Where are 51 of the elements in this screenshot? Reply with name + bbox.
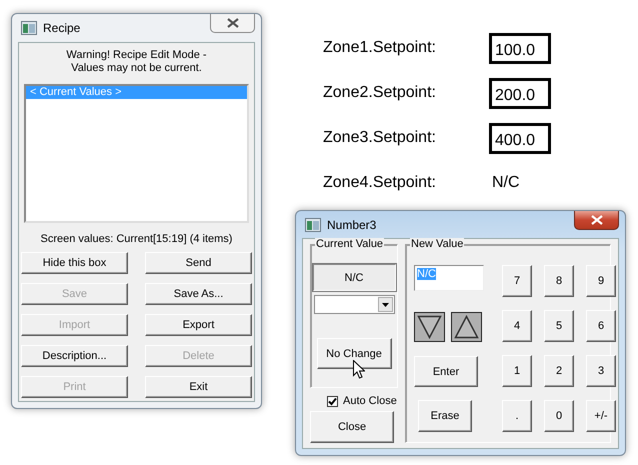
keypad-key[interactable]: 9: [586, 265, 616, 297]
recipe-button[interactable]: Description...: [21, 345, 128, 367]
decrement-button[interactable]: [414, 312, 445, 342]
current-value-display: N/C: [312, 264, 396, 291]
dropdown-arrow-icon: [382, 302, 388, 306]
window-icon: [21, 21, 37, 35]
recipe-button[interactable]: Export: [145, 314, 252, 336]
warning-text: Warning! Recipe Edit Mode -: [66, 49, 207, 62]
close-button[interactable]: [574, 211, 619, 230]
window-icon: [305, 218, 321, 232]
zone-label: Zone4.Setpoint:: [323, 174, 437, 192]
keypad-key[interactable]: 4: [502, 310, 532, 342]
keypad-key[interactable]: 3: [586, 355, 616, 387]
mouse-cursor-icon: [353, 360, 365, 379]
zone-label: Zone1.Setpoint:: [323, 39, 437, 57]
close-dialog-button[interactable]: Close: [310, 411, 394, 443]
keypad-key[interactable]: 7: [502, 265, 532, 297]
enter-button[interactable]: Enter: [414, 356, 478, 387]
recipe-button[interactable]: Hide this box: [21, 252, 128, 274]
setpoint-value[interactable]: 400.0: [489, 122, 551, 154]
keypad-key[interactable]: 1: [502, 355, 532, 387]
keypad-key[interactable]: 0: [544, 400, 574, 432]
recipe-button[interactable]: Exit: [145, 376, 252, 398]
close-icon: [226, 18, 238, 28]
keypad-key[interactable]: +/-: [586, 400, 616, 432]
checkbox-label: Auto Close: [343, 395, 397, 407]
window-title: Recipe: [43, 21, 82, 35]
keypad-key[interactable]: 2: [544, 355, 574, 387]
zone-label: Zone3.Setpoint:: [323, 129, 437, 147]
recipe-button[interactable]: Send: [145, 252, 252, 274]
recipe-button[interactable]: Save As...: [145, 283, 252, 305]
status-text: Screen values: Current[15:19] (4 items): [40, 233, 232, 245]
setpoint-value[interactable]: N/C: [489, 170, 523, 196]
window-title: Number3: [327, 218, 378, 232]
close-button[interactable]: [210, 14, 255, 33]
erase-button[interactable]: Erase: [418, 400, 472, 432]
up-triangle-icon: [454, 315, 479, 339]
close-icon: [590, 215, 602, 225]
warning-text: Values may not be current.: [71, 62, 202, 75]
keypad-key[interactable]: .: [502, 400, 532, 432]
auto-close-checkbox[interactable]: [327, 396, 338, 406]
no-change-button[interactable]: No Change: [316, 338, 392, 369]
zone-label: Zone2.Setpoint:: [323, 84, 437, 102]
keypad-key[interactable]: 8: [544, 265, 574, 297]
dropdown-field[interactable]: [314, 295, 394, 314]
down-triangle-icon: [417, 315, 442, 339]
increment-button[interactable]: [451, 312, 482, 342]
keypad-key[interactable]: 5: [544, 310, 574, 342]
setpoint-value[interactable]: 100.0: [489, 32, 551, 64]
setpoint-value[interactable]: 200.0: [489, 78, 551, 108]
keypad-key[interactable]: 6: [586, 310, 616, 342]
